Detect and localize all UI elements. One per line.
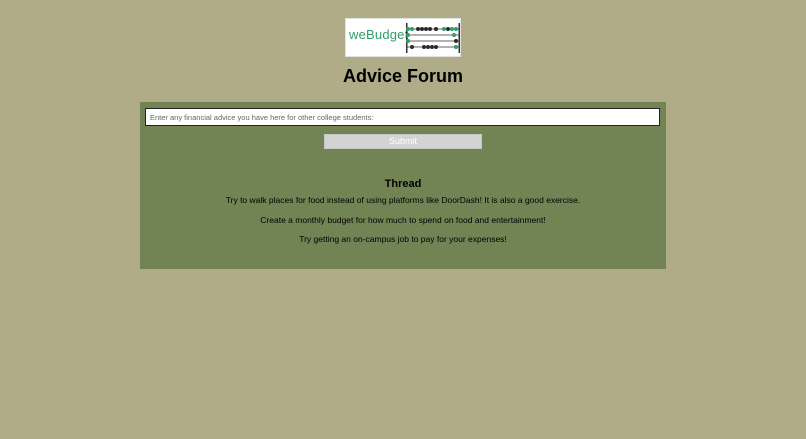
thread-list: Try to walk places for food instead of u… [140,195,666,254]
page-title: Advice Forum [342,66,464,86]
logo-text: weBudget [349,27,409,42]
submit-button[interactable]: Submit [324,134,482,149]
thread-post: Try getting an on-campus job to pay for … [299,234,507,244]
thread-post: Try to walk places for food instead of u… [225,195,581,205]
advice-panel: Submit Thread Try to walk places for foo… [140,102,666,269]
abacus-icon [406,23,460,53]
webudget-logo: weBudget [345,18,461,57]
page: weBudget Advice Forum Enter any financia… [0,0,806,439]
thread-heading: Thread [384,178,422,190]
thread-post: Create a monthly budget for how much to … [260,214,546,225]
advice-input[interactable] [145,108,660,126]
